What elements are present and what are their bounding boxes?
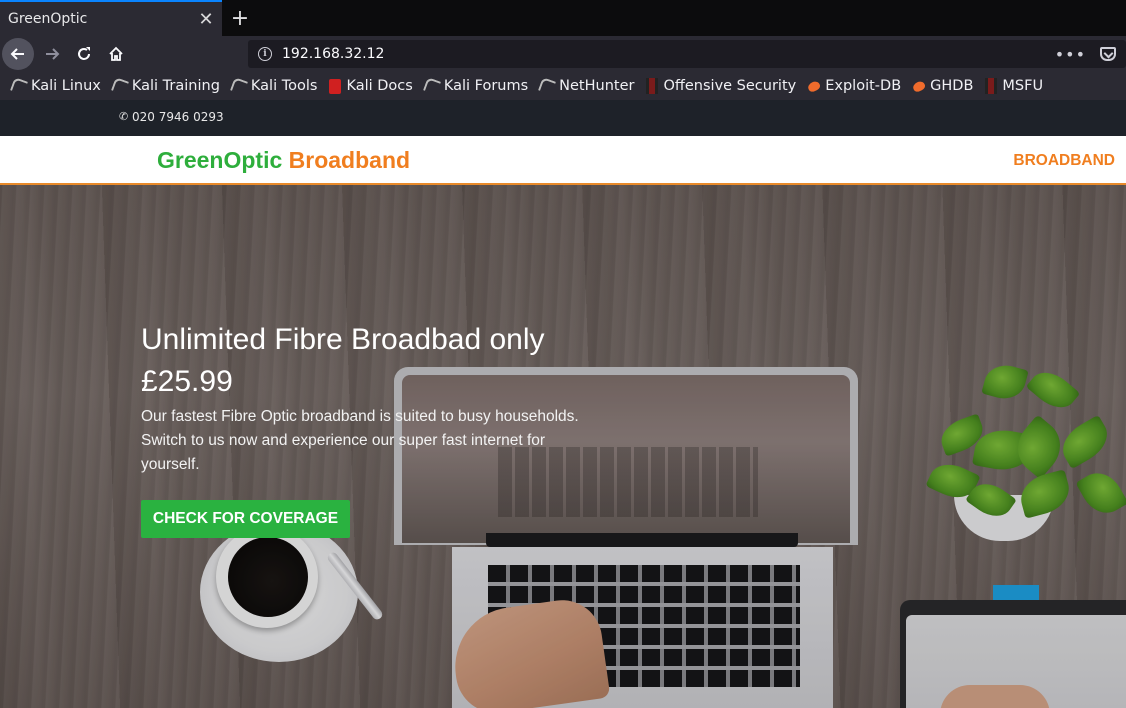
bookmark-kali-linux[interactable]: Kali Linux	[10, 77, 101, 95]
hero-section: Unlimited Fibre Broadbad only £25.99 Our…	[0, 185, 1126, 708]
navigation-bar: i 192.168.32.12 •••	[0, 36, 1126, 72]
kali-dragon-icon	[10, 77, 28, 95]
bookmark-label: Kali Forums	[443, 78, 529, 94]
web-page: ✆ 020 7946 0293 GreenOptic Broadband BRO…	[0, 100, 1126, 708]
bookmark-label: GHDB	[930, 78, 974, 94]
site-info-icon[interactable]: i	[258, 47, 272, 61]
new-tab-icon[interactable]: +	[226, 4, 254, 32]
offsec-icon	[646, 78, 659, 94]
bookmark-msfu[interactable]: MSFU	[985, 78, 1043, 94]
logo-orange-text: Broadband	[288, 147, 411, 173]
back-icon[interactable]	[2, 38, 34, 70]
offsec-icon	[985, 78, 998, 94]
exploitdb-bug-icon	[806, 79, 822, 93]
tab-strip: GreenOptic ✕ +	[0, 0, 1126, 36]
nav-link-broadband[interactable]: BROADBAND	[1013, 152, 1115, 170]
phone-icon: ✆	[119, 110, 129, 123]
bookmark-label: Kali Training	[131, 78, 220, 94]
site-logo[interactable]: GreenOptic Broadband	[157, 147, 410, 174]
kali-dragon-icon	[229, 77, 248, 95]
kali-dragon-icon	[538, 77, 557, 95]
bookmarks-toolbar: Kali Linux Kali Training Kali Tools Kali…	[0, 72, 1126, 100]
kali-dragon-icon	[422, 77, 441, 95]
bookmark-kali-tools[interactable]: Kali Tools	[229, 77, 318, 95]
url-bar[interactable]: i 192.168.32.12 •••	[248, 40, 1126, 68]
url-text[interactable]: 192.168.32.12	[282, 46, 1055, 62]
phone-number[interactable]: ✆ 020 7946 0293	[119, 110, 224, 124]
bookmark-label: Offensive Security	[663, 78, 797, 94]
forward-icon[interactable]	[36, 38, 68, 70]
kali-docs-icon	[329, 78, 342, 94]
bookmark-label: MSFU	[1002, 78, 1044, 94]
check-coverage-button[interactable]: CHECK FOR COVERAGE	[141, 500, 350, 538]
bookmark-label: Kali Linux	[31, 78, 101, 94]
close-tab-icon[interactable]: ✕	[194, 7, 218, 31]
bookmark-offensive-security[interactable]: Offensive Security	[646, 78, 796, 94]
logo-green-text: GreenOptic	[157, 147, 283, 173]
hero-description: Our fastest Fibre Optic broadband is sui…	[141, 408, 579, 473]
bookmark-exploit-db[interactable]: Exploit-DB	[806, 78, 902, 94]
page-actions-icon[interactable]: •••	[1055, 45, 1086, 64]
bookmark-ghdb[interactable]: GHDB	[911, 78, 974, 94]
bookmark-label: Exploit-DB	[825, 78, 902, 94]
home-icon[interactable]	[100, 38, 132, 70]
phone-text: 020 7946 0293	[132, 110, 224, 124]
bookmark-nethunter[interactable]: NetHunter	[538, 77, 635, 95]
bookmark-label: NetHunter	[559, 78, 635, 94]
hero-title: Unlimited Fibre Broadbad only £25.99	[141, 323, 545, 398]
bookmark-kali-training[interactable]: Kali Training	[110, 77, 220, 95]
pocket-icon[interactable]	[1100, 47, 1116, 61]
tab-title: GreenOptic	[8, 11, 88, 27]
exploitdb-bug-icon	[911, 79, 927, 93]
browser-tab[interactable]: GreenOptic ✕	[0, 0, 222, 36]
reload-icon[interactable]	[68, 38, 100, 70]
contact-bar: ✆ 020 7946 0293	[0, 100, 1126, 136]
kali-dragon-icon	[110, 77, 129, 95]
bookmark-label: Kali Docs	[346, 78, 413, 94]
bookmark-kali-docs[interactable]: Kali Docs	[329, 78, 413, 94]
site-header: GreenOptic Broadband BROADBAND	[0, 136, 1126, 185]
bookmark-kali-forums[interactable]: Kali Forums	[422, 77, 529, 95]
bookmark-label: Kali Tools	[250, 78, 318, 94]
